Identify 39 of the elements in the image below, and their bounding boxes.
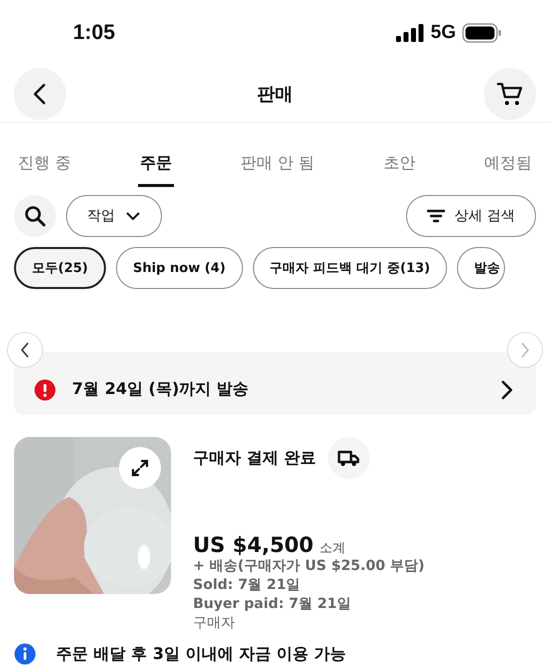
paid-date: Buyer paid: 7월 21일 [193,595,352,614]
order-price: US $4,500 [193,533,314,557]
buyer-label: 구매자 [193,614,236,633]
advanced-search-button[interactable]: 상세 검색 [406,195,536,237]
battery-icon [462,22,502,42]
info-icon [14,643,36,665]
truck-icon [328,437,370,479]
signal-icon [394,24,425,42]
chevron-left-icon [19,341,31,359]
shipping-deadline-banner[interactable]: 7월 24일 (목)까지 발송 [14,352,536,415]
chevron-down-icon [125,211,141,221]
filter-icon [426,208,445,224]
tab[interactable]: 판매 안 됨 [238,145,317,187]
cart-icon [496,80,524,106]
back-button[interactable] [14,68,66,120]
price-label: 소계 [320,540,346,557]
search-button[interactable] [14,195,56,237]
network-label: 5G [430,22,456,44]
filter-chip[interactable]: 모두(25) [14,247,106,289]
expand-icon [130,458,150,478]
funds-availability-note: 주문 배달 후 3일 이내에 자금 이용 가능 [56,644,346,664]
sold-date: Sold: 7월 21일 [193,576,302,595]
filter-chip[interactable]: Ship now (4) [116,247,243,289]
tab[interactable]: 주문 [138,145,174,187]
page-title: 판매 [257,82,293,106]
chevron-right-icon [500,378,514,400]
search-icon [24,205,46,227]
tab[interactable]: 예정됨 [482,145,534,187]
order-status: 구매자 결제 완료 [193,448,316,468]
chevron-right-icon [519,341,531,359]
shipping-cost: + 배송(구매자가 US $25.00 부담) [193,557,424,576]
filter-chip[interactable]: 발송 [457,247,506,289]
alert-icon [34,378,56,400]
status-time: 1:05 [73,20,116,44]
tab[interactable]: 초안 [381,145,418,187]
filter-chip[interactable]: 구매자 피드백 대기 중(13) [252,247,448,289]
tab[interactable]: 진행 중 [16,145,74,187]
carousel-previous-button[interactable] [7,332,43,368]
actions-dropdown[interactable]: 작업 [66,195,162,237]
